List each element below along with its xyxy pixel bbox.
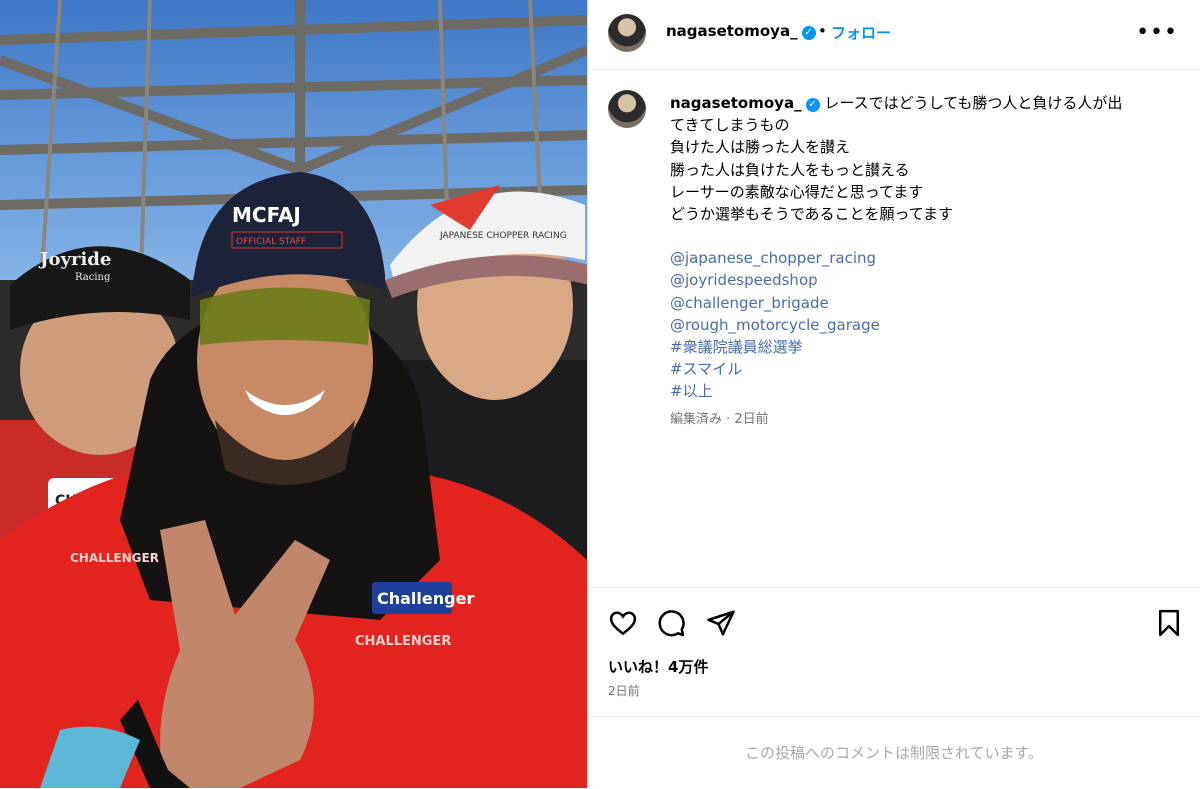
caption-avatar[interactable] — [608, 90, 646, 128]
hashtag-link-text[interactable]: #スマイル — [670, 360, 742, 378]
caption-text-line-2: 負けた人は勝った人を讃え — [670, 138, 851, 157]
caption-text-line-1b: てきてしまうもの — [670, 116, 790, 135]
caption-text-line-5: どうか選挙もそうであることを願ってます — [670, 205, 954, 224]
cap-left-sub-text: Racing — [75, 272, 111, 283]
post-date[interactable]: 2日前 — [608, 682, 640, 699]
verified-badge-icon: ✓ — [805, 98, 820, 112]
hashtag-link-text[interactable]: #以上 — [670, 382, 713, 400]
follow-button[interactable]: フォロー — [831, 22, 891, 43]
cap-left-text: Joyride — [38, 249, 111, 270]
caption-meta: 編集済み · 2日前 — [670, 412, 769, 427]
author-username-text[interactable]: nagasetomoya_ — [666, 22, 798, 40]
heart-icon[interactable] — [608, 608, 638, 638]
comment-icon[interactable] — [656, 608, 686, 638]
caption-body: nagasetomoya_ ✓ レースではどうしても勝つ人と負ける人が出 てきてし… — [670, 92, 1175, 403]
post-photo[interactable]: JAPANESE CHOPPER RACING Joyride Racing C… — [0, 0, 587, 788]
caption-first-line: nagasetomoya_ ✓ レースではどうしても勝つ人と負ける人が出 — [670, 92, 1175, 114]
hashtag-link[interactable]: #スマイル — [670, 358, 1175, 380]
post-header: nagasetomoya_ ✓ • フォロー ••• — [588, 0, 1200, 70]
cap-right-text: JAPANESE CHOPPER RACING — [439, 231, 567, 241]
post-actions: いいね！4万件 2日前 この投稿へのコメントは制限されています。 — [588, 587, 1200, 788]
instagram-post-view: JAPANESE CHOPPER RACING Joyride Racing C… — [0, 0, 1200, 788]
tag-link-text[interactable]: @joyridespeedshop — [670, 271, 818, 289]
post-side-panel: nagasetomoya_ ✓ • フォロー ••• nagasetomoya_ ✓… — [587, 0, 1200, 788]
suit-chest-text: CHALLENGER — [355, 634, 451, 649]
hashtag-link-text[interactable]: #衆議院議員総選挙 — [670, 338, 803, 356]
tag-link[interactable]: @rough_motorcycle_garage — [670, 314, 1175, 336]
cap-center-text: MCFAJ — [232, 203, 301, 227]
like-count[interactable]: いいね！4万件 — [608, 656, 708, 677]
separator-dot: • — [818, 22, 827, 40]
tag-link-text[interactable]: @challenger_brigade — [670, 294, 829, 312]
verified-badge-icon: ✓ — [801, 26, 816, 40]
tag-link[interactable]: @japanese_chopper_racing — [670, 247, 1175, 269]
caption-username[interactable]: nagasetomoya_ — [670, 94, 802, 112]
tag-link-text[interactable]: @japanese_chopper_racing — [670, 249, 876, 267]
more-icon[interactable]: ••• — [1136, 20, 1178, 45]
caption-text-line-4: レーサーの素敵な心得だと思ってます — [670, 182, 924, 201]
hashtag-link[interactable]: #衆議院議員総選挙 — [670, 336, 1175, 358]
caption-text-line-1: レースではどうしても勝つ人と負ける人が出 — [824, 94, 1123, 112]
cap-center-sub-text: OFFICIAL STAFF — [236, 237, 306, 247]
share-icon[interactable] — [706, 608, 736, 638]
tag-link[interactable]: @joyridespeedshop — [670, 269, 1175, 291]
author-username[interactable]: nagasetomoya_ ✓ — [666, 22, 816, 40]
bookmark-icon[interactable] — [1154, 608, 1184, 638]
photo-illustration: JAPANESE CHOPPER RACING Joyride Racing C… — [0, 0, 587, 788]
tag-link-text[interactable]: @rough_motorcycle_garage — [670, 316, 880, 334]
comments-restricted-notice: この投稿へのコメントは制限されています。 — [588, 716, 1200, 789]
sleeve-text: CHALLENGER — [70, 551, 159, 565]
hashtag-link[interactable]: #以上 — [670, 380, 1175, 402]
tag-link[interactable]: @challenger_brigade — [670, 292, 1175, 314]
suit-logo-text: Challenger — [377, 589, 474, 608]
author-avatar[interactable] — [608, 14, 646, 52]
caption-text-line-3: 勝った人は負けた人をもっと讃える — [670, 160, 910, 179]
